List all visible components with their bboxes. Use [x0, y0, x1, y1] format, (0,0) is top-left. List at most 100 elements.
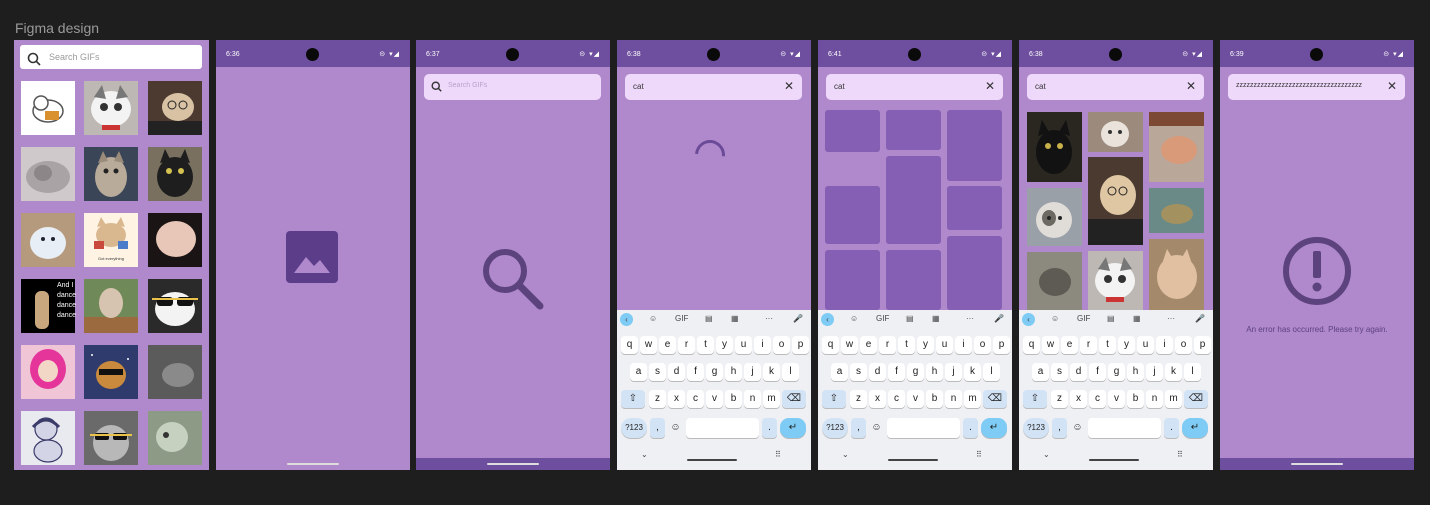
key-o[interactable]: o [1175, 336, 1192, 354]
key-c[interactable]: c [888, 390, 905, 408]
key-o[interactable]: o [773, 336, 790, 354]
comma-key[interactable]: , [650, 418, 665, 438]
gif-thumbnail[interactable] [84, 411, 138, 465]
key-w[interactable]: w [1042, 336, 1059, 354]
key-j[interactable]: j [1146, 363, 1163, 381]
key-t[interactable]: t [697, 336, 714, 354]
gif-result[interactable] [1088, 157, 1143, 245]
key-a[interactable]: a [1032, 363, 1049, 381]
key-m[interactable]: m [1165, 390, 1182, 408]
gif-result[interactable] [1088, 251, 1143, 310]
search-input[interactable]: Search GIFs [424, 74, 601, 100]
gif-thumbnail[interactable] [21, 345, 75, 399]
keyboard-toolbar-item[interactable]: ··· [765, 314, 773, 323]
gif-thumbnail[interactable] [21, 213, 75, 267]
key-n[interactable]: n [1146, 390, 1163, 408]
gif-thumbnail[interactable]: And I dance dance dance [21, 279, 76, 333]
period-key[interactable]: . [762, 418, 777, 438]
key-n[interactable]: n [945, 390, 962, 408]
gif-result[interactable] [1149, 239, 1204, 310]
key-s[interactable]: s [649, 363, 666, 381]
key-b[interactable]: b [725, 390, 742, 408]
shift-key[interactable]: ⇧ [822, 390, 846, 408]
key-e[interactable]: e [860, 336, 877, 354]
keyboard-toolbar-item[interactable]: GIF [1077, 314, 1090, 323]
key-l[interactable]: l [782, 363, 799, 381]
key-u[interactable]: u [1137, 336, 1154, 354]
gif-thumbnail[interactable] [84, 147, 138, 201]
key-q[interactable]: q [621, 336, 638, 354]
space-key[interactable] [887, 418, 960, 438]
gif-result[interactable] [1027, 252, 1082, 310]
keyboard-toolbar-item[interactable]: ‹ [620, 313, 633, 326]
gif-thumbnail[interactable] [148, 81, 202, 135]
key-w[interactable]: w [640, 336, 657, 354]
key-f[interactable]: f [687, 363, 704, 381]
symbols-key[interactable]: ?123 [621, 418, 647, 438]
gif-thumbnail[interactable] [21, 411, 75, 465]
keyboard-toolbar-item[interactable]: ☺ [649, 314, 657, 323]
keyboard-toolbar-item[interactable]: ‹ [1022, 313, 1035, 326]
key-e[interactable]: e [659, 336, 676, 354]
gif-thumbnail[interactable] [148, 345, 202, 399]
key-i[interactable]: i [754, 336, 771, 354]
key-z[interactable]: z [649, 390, 666, 408]
key-k[interactable]: k [1165, 363, 1182, 381]
key-h[interactable]: h [1127, 363, 1144, 381]
key-v[interactable]: v [907, 390, 924, 408]
gif-result[interactable] [1149, 188, 1204, 233]
keyboard-toolbar-item[interactable]: GIF [876, 314, 889, 323]
key-i[interactable]: i [1156, 336, 1173, 354]
key-d[interactable]: d [869, 363, 886, 381]
key-m[interactable]: m [964, 390, 981, 408]
key-d[interactable]: d [668, 363, 685, 381]
key-g[interactable]: g [1108, 363, 1125, 381]
keyboard-toolbar-item[interactable]: 🎤 [1195, 314, 1205, 323]
keyboard-hide-icon[interactable]: ⌄ [1043, 450, 1050, 459]
gif-thumbnail[interactable] [148, 213, 202, 267]
key-z[interactable]: z [1051, 390, 1068, 408]
key-k[interactable]: k [964, 363, 981, 381]
key-r[interactable]: r [879, 336, 896, 354]
key-m[interactable]: m [763, 390, 780, 408]
key-y[interactable]: y [716, 336, 733, 354]
emoji-key[interactable]: ☺ [1070, 418, 1085, 438]
shift-key[interactable]: ⇧ [1023, 390, 1047, 408]
search-input[interactable]: cat ✕ [625, 74, 802, 100]
enter-key[interactable]: ↵ [780, 418, 806, 438]
backspace-key[interactable]: ⌫ [983, 390, 1007, 408]
key-x[interactable]: x [1070, 390, 1087, 408]
key-i[interactable]: i [955, 336, 972, 354]
keyboard-hide-icon[interactable]: ⌄ [842, 450, 849, 459]
search-input[interactable]: Search GIFs [20, 45, 202, 69]
keyboard-toolbar-item[interactable]: ▤ [705, 314, 713, 323]
key-r[interactable]: r [1080, 336, 1097, 354]
keyboard-toolbar-item[interactable]: ☺ [850, 314, 858, 323]
period-key[interactable]: . [1164, 418, 1179, 438]
navigation-handle[interactable] [888, 459, 938, 461]
key-t[interactable]: t [898, 336, 915, 354]
key-r[interactable]: r [678, 336, 695, 354]
symbols-key[interactable]: ?123 [1023, 418, 1049, 438]
keyboard-toolbar-item[interactable]: 🎤 [994, 314, 1004, 323]
key-u[interactable]: u [936, 336, 953, 354]
key-n[interactable]: n [744, 390, 761, 408]
key-t[interactable]: t [1099, 336, 1116, 354]
keyboard-toolbar-item[interactable]: ··· [966, 314, 974, 323]
keyboard-toolbar-item[interactable]: GIF [675, 314, 688, 323]
comma-key[interactable]: , [851, 418, 866, 438]
navigation-handle[interactable] [287, 463, 339, 465]
key-l[interactable]: l [983, 363, 1000, 381]
gif-result[interactable] [1027, 112, 1082, 182]
clear-icon[interactable]: ✕ [1186, 79, 1196, 93]
gif-thumbnail[interactable] [148, 147, 202, 201]
key-q[interactable]: q [822, 336, 839, 354]
period-key[interactable]: . [963, 418, 978, 438]
gif-thumbnail[interactable] [21, 81, 75, 135]
enter-key[interactable]: ↵ [981, 418, 1007, 438]
key-g[interactable]: g [706, 363, 723, 381]
gif-result[interactable] [1149, 112, 1204, 182]
backspace-key[interactable]: ⌫ [782, 390, 806, 408]
key-e[interactable]: e [1061, 336, 1078, 354]
comma-key[interactable]: , [1052, 418, 1067, 438]
